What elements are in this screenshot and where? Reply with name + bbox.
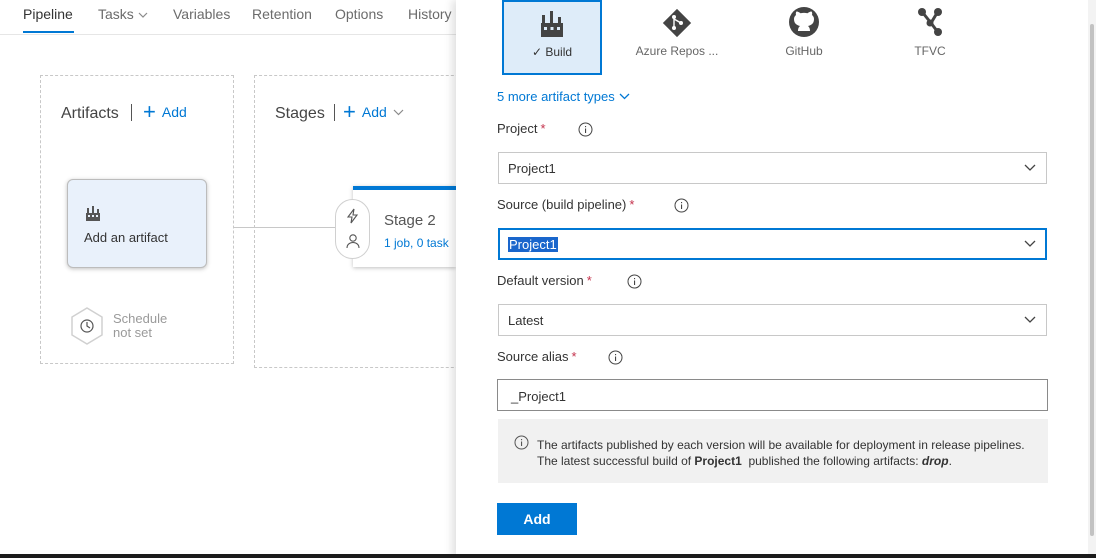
- source-pipeline-value: Project1: [508, 237, 558, 252]
- project-select-value: Project1: [508, 161, 556, 176]
- chevron-down-icon: [1024, 316, 1036, 323]
- note-artifact: drop: [921, 454, 949, 468]
- default-version-label-text: Default version: [497, 273, 584, 288]
- artifact-info-note: The artifacts published by each version …: [498, 419, 1048, 483]
- add-artifact-label: Add: [161, 104, 187, 120]
- source-type-azure-repos-label: Azure Repos ...: [635, 44, 719, 58]
- pipeline-tabs: Pipeline Tasks Variables Retention Optio…: [0, 0, 456, 35]
- required-marker: *: [571, 349, 577, 364]
- schedule-trigger[interactable]: Schedule not set: [70, 307, 210, 347]
- tab-options[interactable]: Options: [335, 6, 383, 22]
- note-end: .: [948, 454, 952, 468]
- add-artifact-panel: ✓ Build Azure Repos ... GitHub TFVC 5 mo…: [456, 0, 1096, 558]
- artifacts-separator: [131, 104, 132, 121]
- schedule-status: Schedule not set: [113, 312, 167, 340]
- add-stage-label: Add: [361, 104, 387, 120]
- tfvc-icon: [918, 8, 942, 36]
- chevron-down-icon: [138, 12, 148, 19]
- add-artifact-link[interactable]: + Add: [143, 99, 187, 124]
- approver-person-icon[interactable]: [345, 233, 361, 249]
- schedule-line1: Schedule: [113, 311, 168, 326]
- info-icon[interactable]: [578, 122, 593, 137]
- clock-icon: [71, 307, 103, 345]
- note-project: Project1: [694, 454, 742, 468]
- info-icon[interactable]: [674, 198, 689, 213]
- source-type-build[interactable]: ✓ Build: [502, 0, 602, 75]
- source-label-text: Source (build pipeline): [497, 197, 627, 212]
- add-stage-link[interactable]: + Add: [343, 99, 404, 124]
- info-icon[interactable]: [608, 350, 623, 365]
- checkmark-icon: ✓: [531, 45, 546, 59]
- source-type-tfvc[interactable]: TFVC: [880, 0, 980, 75]
- tab-tasks[interactable]: Tasks: [98, 6, 148, 22]
- required-marker: *: [629, 197, 635, 212]
- panel-scrollbar[interactable]: [1088, 0, 1096, 558]
- chevron-down-icon: [1024, 164, 1036, 171]
- source-pipeline-selected-text: Project1: [508, 237, 558, 252]
- bottom-bar: [0, 554, 1096, 558]
- add-artifact-card[interactable]: Add an artifact: [67, 179, 207, 268]
- tab-history[interactable]: History: [408, 6, 452, 22]
- tab-retention[interactable]: Retention: [252, 6, 312, 22]
- source-alias-label: Source alias *: [497, 349, 577, 364]
- source-type-azure-repos[interactable]: Azure Repos ...: [626, 0, 728, 75]
- required-marker: *: [540, 121, 546, 136]
- build-icon: [541, 11, 563, 37]
- more-artifact-types-link[interactable]: 5 more artifact types: [497, 89, 630, 104]
- chevron-down-icon: [619, 93, 630, 100]
- source-type-build-text: Build: [545, 45, 573, 59]
- plus-icon: +: [343, 99, 356, 124]
- active-tab-indicator: [23, 31, 74, 33]
- project-select[interactable]: Project1: [498, 152, 1047, 184]
- pipeline-canvas: Artifacts + Add Add an artifact Schedule…: [0, 36, 474, 558]
- source-alias-value: _Project1: [511, 389, 566, 404]
- stage-summary-link[interactable]: 1 job, 0 task: [384, 236, 449, 250]
- schedule-line2: not set: [113, 325, 153, 340]
- stages-separator: [334, 104, 335, 121]
- trigger-lightning-icon[interactable]: [345, 208, 361, 224]
- more-artifact-types-label: 5 more artifact types: [497, 89, 615, 104]
- source-type-build-label: ✓ Build: [504, 45, 600, 59]
- required-marker: *: [586, 273, 592, 288]
- source-type-tfvc-label: TFVC: [914, 44, 946, 58]
- artifact-info-text: The artifacts published by each version …: [537, 437, 1025, 469]
- chevron-down-icon: [1024, 240, 1036, 247]
- source-type-github-label: GitHub: [785, 44, 823, 58]
- add-artifact-card-label: Add an artifact: [84, 230, 168, 245]
- stages-title: Stages: [275, 105, 325, 122]
- source-label: Source (build pipeline) *: [497, 197, 634, 212]
- tab-pipeline[interactable]: Pipeline: [23, 6, 73, 22]
- add-button[interactable]: Add: [497, 503, 577, 535]
- note-line2: The latest successful build of Project1 …: [537, 453, 1025, 469]
- default-version-select[interactable]: Latest: [498, 304, 1047, 336]
- default-version-value: Latest: [508, 313, 544, 328]
- stage-name: Stage 2: [384, 212, 436, 229]
- stage-conditions: [335, 199, 370, 259]
- source-alias-label-text: Source alias: [497, 349, 569, 364]
- source-alias-input[interactable]: _Project1: [497, 379, 1048, 411]
- tab-tasks-label: Tasks: [98, 6, 134, 22]
- default-version-label: Default version *: [497, 273, 592, 288]
- github-icon: [789, 7, 819, 37]
- info-icon[interactable]: [627, 274, 642, 289]
- scroll-thumb[interactable]: [1090, 24, 1094, 536]
- source-type-github[interactable]: GitHub: [754, 0, 854, 75]
- artifacts-title: Artifacts: [61, 105, 119, 122]
- build-icon: [86, 206, 100, 221]
- note-line1: The artifacts published by each version …: [537, 438, 1025, 452]
- note-mid: published the following artifacts:: [748, 454, 919, 468]
- plus-icon: +: [143, 99, 156, 124]
- tab-variables[interactable]: Variables: [173, 6, 230, 22]
- release-pipeline-editor: Pipeline Tasks Variables Retention Optio…: [0, 0, 1096, 558]
- info-icon: [514, 435, 529, 450]
- project-label: Project *: [497, 121, 546, 136]
- note-prefix: The latest successful build of: [537, 454, 692, 468]
- source-pipeline-select[interactable]: Project1: [498, 228, 1047, 260]
- chevron-down-icon: [393, 109, 404, 115]
- project-label-text: Project: [497, 121, 538, 136]
- git-icon: [662, 8, 692, 38]
